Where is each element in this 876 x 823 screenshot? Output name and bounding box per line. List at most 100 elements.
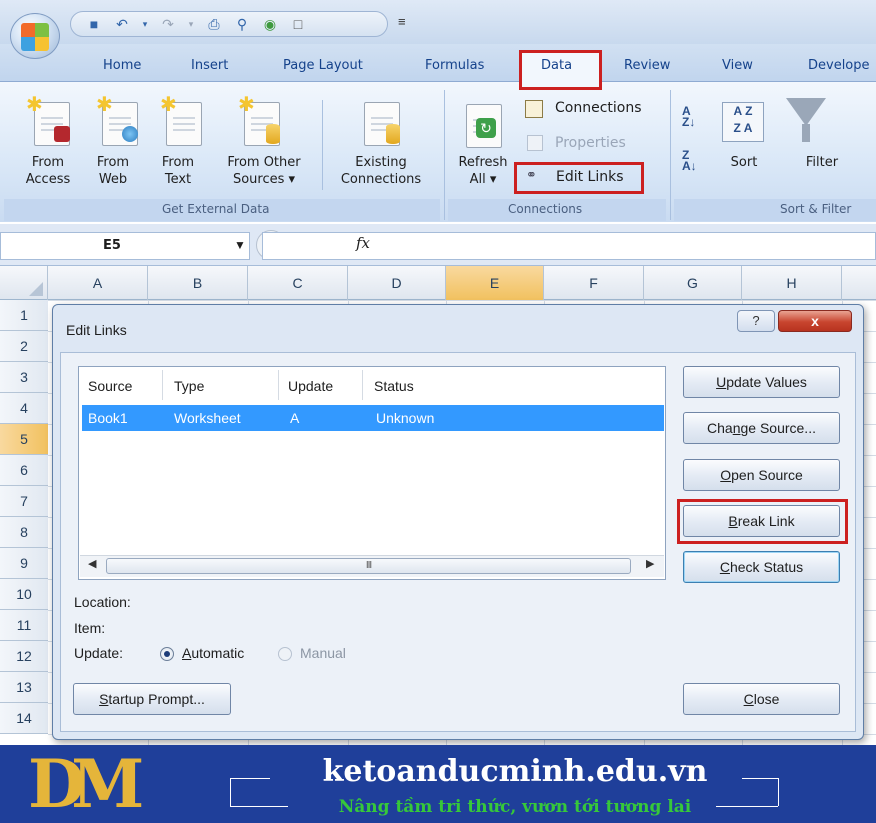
column-header[interactable]: A bbox=[48, 266, 148, 300]
sort-a-to-z-icon[interactable]: A Z↓ bbox=[682, 105, 700, 130]
insert-function-icon[interactable]: fx bbox=[356, 234, 370, 252]
refresh-all-icon: ↻ bbox=[464, 104, 504, 150]
filter-button[interactable]: Filter bbox=[800, 154, 844, 171]
existing-connections-button[interactable]: Existing Connections bbox=[328, 154, 434, 188]
refresh-all-button[interactable]: Refresh All ▾ bbox=[452, 154, 514, 188]
banner-rule bbox=[230, 778, 270, 779]
check-status-button[interactable]: Check Status bbox=[683, 551, 840, 583]
quick-access-toolbar: ■ ↶ ▾ ↷ ▾ ⎙ ⚲ ◉ □ bbox=[70, 11, 388, 37]
change-source-button[interactable]: Change Source... bbox=[683, 412, 840, 444]
radio-manual[interactable] bbox=[278, 647, 292, 661]
from-access-icon: ✱ bbox=[26, 94, 76, 148]
row-header[interactable]: 14 bbox=[0, 703, 48, 734]
open-source-button[interactable]: Open Source bbox=[683, 459, 840, 491]
select-all-corner[interactable] bbox=[0, 266, 48, 300]
column-header[interactable]: G bbox=[644, 266, 742, 300]
banner-rule bbox=[778, 778, 779, 806]
connections-icon bbox=[525, 100, 543, 118]
tab-page-layout[interactable]: Page Layout bbox=[283, 58, 363, 73]
close-window-button[interactable]: x bbox=[778, 310, 852, 332]
column-header[interactable]: C bbox=[248, 266, 348, 300]
spelling-icon[interactable]: ◉ bbox=[261, 16, 279, 32]
help-button[interactable]: ? bbox=[737, 310, 775, 332]
radio-manual-label[interactable]: Manual bbox=[300, 645, 346, 661]
print-preview-icon[interactable]: ⚲ bbox=[233, 16, 251, 32]
column-header-source[interactable]: Source bbox=[88, 378, 132, 394]
group-label-get-external-data: Get External Data bbox=[162, 202, 270, 216]
print-icon[interactable]: ⎙ bbox=[205, 16, 223, 32]
scroll-left-icon[interactable]: ◀ bbox=[88, 557, 96, 570]
save-icon[interactable]: ■ bbox=[85, 16, 103, 32]
from-access-button[interactable]: From Access bbox=[18, 154, 78, 188]
startup-prompt-button[interactable]: Startup Prompt... bbox=[73, 683, 231, 715]
break-link-highlight bbox=[677, 499, 848, 544]
redo-dropdown-icon[interactable]: ▾ bbox=[187, 16, 195, 32]
tab-formulas[interactable]: Formulas bbox=[425, 58, 484, 73]
undo-icon[interactable]: ↶ bbox=[113, 16, 131, 32]
tab-review[interactable]: Review bbox=[624, 58, 670, 73]
office-button[interactable] bbox=[10, 13, 60, 59]
column-header[interactable]: D bbox=[348, 266, 446, 300]
properties-button[interactable]: Properties bbox=[555, 135, 626, 151]
column-header[interactable]: H bbox=[742, 266, 842, 300]
tab-data[interactable]: Data bbox=[541, 58, 572, 73]
header-divider bbox=[278, 370, 279, 400]
header-divider bbox=[162, 370, 163, 400]
from-other-sources-button[interactable]: From Other Sources ▾ bbox=[214, 154, 314, 188]
sort-button[interactable]: Sort bbox=[724, 154, 764, 171]
new-icon[interactable]: □ bbox=[289, 16, 307, 32]
brand-logo: DM bbox=[28, 745, 144, 823]
name-box[interactable]: E5 bbox=[0, 232, 250, 260]
tab-insert[interactable]: Insert bbox=[191, 58, 228, 73]
header-divider bbox=[362, 370, 363, 400]
column-header[interactable]: B bbox=[148, 266, 248, 300]
name-box-dropdown-icon[interactable]: ▼ bbox=[234, 238, 246, 252]
link-update: A bbox=[290, 410, 300, 426]
tab-home[interactable]: Home bbox=[103, 58, 141, 73]
row-header-selected[interactable]: 5 bbox=[0, 424, 48, 455]
row-header[interactable]: 13 bbox=[0, 672, 48, 703]
row-header[interactable]: 10 bbox=[0, 579, 48, 610]
link-row-selected[interactable] bbox=[82, 405, 664, 431]
row-header[interactable]: 4 bbox=[0, 393, 48, 424]
update-values-button[interactable]: Update Values bbox=[683, 366, 840, 398]
sort-icon: A ZZ A bbox=[722, 102, 764, 142]
radio-automatic-label[interactable]: Automatic bbox=[182, 645, 244, 661]
row-header[interactable]: 2 bbox=[0, 331, 48, 362]
filter-icon-stem bbox=[802, 124, 810, 142]
redo-icon[interactable]: ↷ bbox=[159, 16, 177, 32]
update-label: Update: bbox=[74, 645, 124, 661]
location-label: Location: bbox=[74, 594, 131, 610]
row-header[interactable]: 1 bbox=[0, 300, 48, 331]
row-header[interactable]: 11 bbox=[0, 610, 48, 641]
customize-qat-icon[interactable]: ≡ bbox=[398, 14, 406, 29]
column-header-type[interactable]: Type bbox=[174, 378, 204, 394]
undo-dropdown-icon[interactable]: ▾ bbox=[141, 16, 149, 32]
scroll-thumb[interactable]: III bbox=[106, 558, 631, 574]
tab-developer[interactable]: Develope bbox=[808, 58, 870, 73]
column-header-status[interactable]: Status bbox=[374, 378, 414, 394]
scroll-right-icon[interactable]: ▶ bbox=[646, 557, 654, 570]
row-header[interactable]: 3 bbox=[0, 362, 48, 393]
from-text-button[interactable]: From Text bbox=[156, 154, 200, 188]
tab-view[interactable]: View bbox=[722, 58, 753, 73]
row-header[interactable]: 9 bbox=[0, 548, 48, 579]
formula-input[interactable] bbox=[262, 232, 876, 260]
row-header[interactable]: 7 bbox=[0, 486, 48, 517]
column-header[interactable]: F bbox=[544, 266, 644, 300]
properties-icon bbox=[527, 135, 543, 151]
row-header[interactable]: 12 bbox=[0, 641, 48, 672]
close-button[interactable]: Close bbox=[683, 683, 840, 715]
connections-button[interactable]: Connections bbox=[555, 100, 642, 116]
column-header-selected[interactable]: E bbox=[446, 266, 544, 300]
link-type: Worksheet bbox=[174, 410, 241, 426]
links-list[interactable] bbox=[78, 366, 666, 580]
banner-rule bbox=[230, 778, 231, 806]
column-header-update[interactable]: Update bbox=[288, 378, 333, 394]
row-header[interactable]: 6 bbox=[0, 455, 48, 486]
radio-automatic[interactable] bbox=[160, 647, 174, 661]
from-web-button[interactable]: From Web bbox=[88, 154, 138, 188]
group-label-sort-filter: Sort & Filter bbox=[780, 202, 852, 216]
row-header[interactable]: 8 bbox=[0, 517, 48, 548]
sort-z-to-a-icon[interactable]: Z A↓ bbox=[682, 149, 700, 174]
